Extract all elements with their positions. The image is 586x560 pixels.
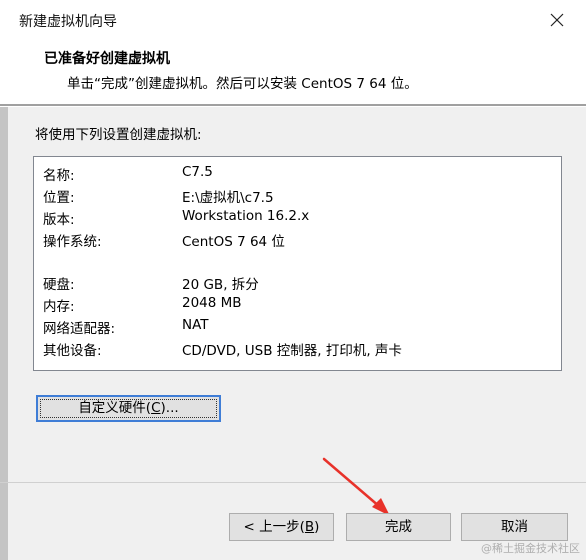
setting-key: 内存:: [43, 299, 75, 315]
button-label-suffix: ): [314, 519, 320, 535]
setting-value: CD/DVD, USB 控制器, 打印机, 声卡: [182, 343, 402, 359]
header-title: 已准备好创建虚拟机: [44, 51, 170, 67]
close-button[interactable]: [544, 8, 570, 32]
setting-key: 操作系统:: [43, 234, 102, 250]
setting-key: 名称:: [43, 168, 75, 184]
setting-value: Workstation 16.2.x: [182, 208, 310, 224]
finish-button[interactable]: 完成: [346, 513, 451, 541]
button-mnemonic: B: [304, 519, 315, 535]
back-button[interactable]: < 上一步(B): [229, 513, 334, 541]
title-bar[interactable]: 新建虚拟机向导: [0, 0, 586, 41]
button-label-prefix: < 上一步(: [243, 519, 305, 535]
setting-key: 位置:: [43, 190, 75, 206]
setting-key: 网络适配器:: [43, 321, 116, 337]
wizard-window: 新建虚拟机向导 已准备好创建虚拟机 单击“完成”创建虚拟机。然后可以安装 Cen…: [0, 0, 586, 560]
setting-value: NAT: [182, 317, 209, 333]
setting-value: CentOS 7 64 位: [182, 234, 285, 250]
customize-hardware-button[interactable]: 自定义硬件(C)...: [36, 395, 221, 422]
wizard-header: 已准备好创建虚拟机 单击“完成”创建虚拟机。然后可以安装 CentOS 7 64…: [0, 40, 586, 104]
header-divider: [0, 104, 586, 107]
cancel-button[interactable]: 取消: [461, 513, 568, 541]
close-icon: [550, 13, 564, 27]
setting-value: 20 GB, 拆分: [182, 277, 259, 293]
setting-key: 硬盘:: [43, 277, 75, 293]
settings-section-label: 将使用下列设置创建虚拟机:: [35, 127, 202, 143]
setting-key: 版本:: [43, 212, 75, 228]
setting-key: 其他设备:: [43, 343, 102, 359]
settings-summary-box[interactable]: 名称: C7.5 位置: E:\虚拟机\c7.5 版本: Workstation…: [33, 156, 562, 371]
watermark: @稀土掘金技术社区: [481, 542, 580, 555]
setting-value: 2048 MB: [182, 295, 242, 311]
setting-value: E:\虚拟机\c7.5: [182, 190, 274, 206]
footer-divider: [0, 482, 586, 483]
setting-value: C7.5: [182, 164, 213, 180]
window-title: 新建虚拟机向导: [19, 14, 117, 30]
header-description: 单击“完成”创建虚拟机。然后可以安装 CentOS 7 64 位。: [67, 76, 418, 92]
focus-ring: [40, 399, 217, 418]
red-arrow-icon: [322, 457, 390, 516]
